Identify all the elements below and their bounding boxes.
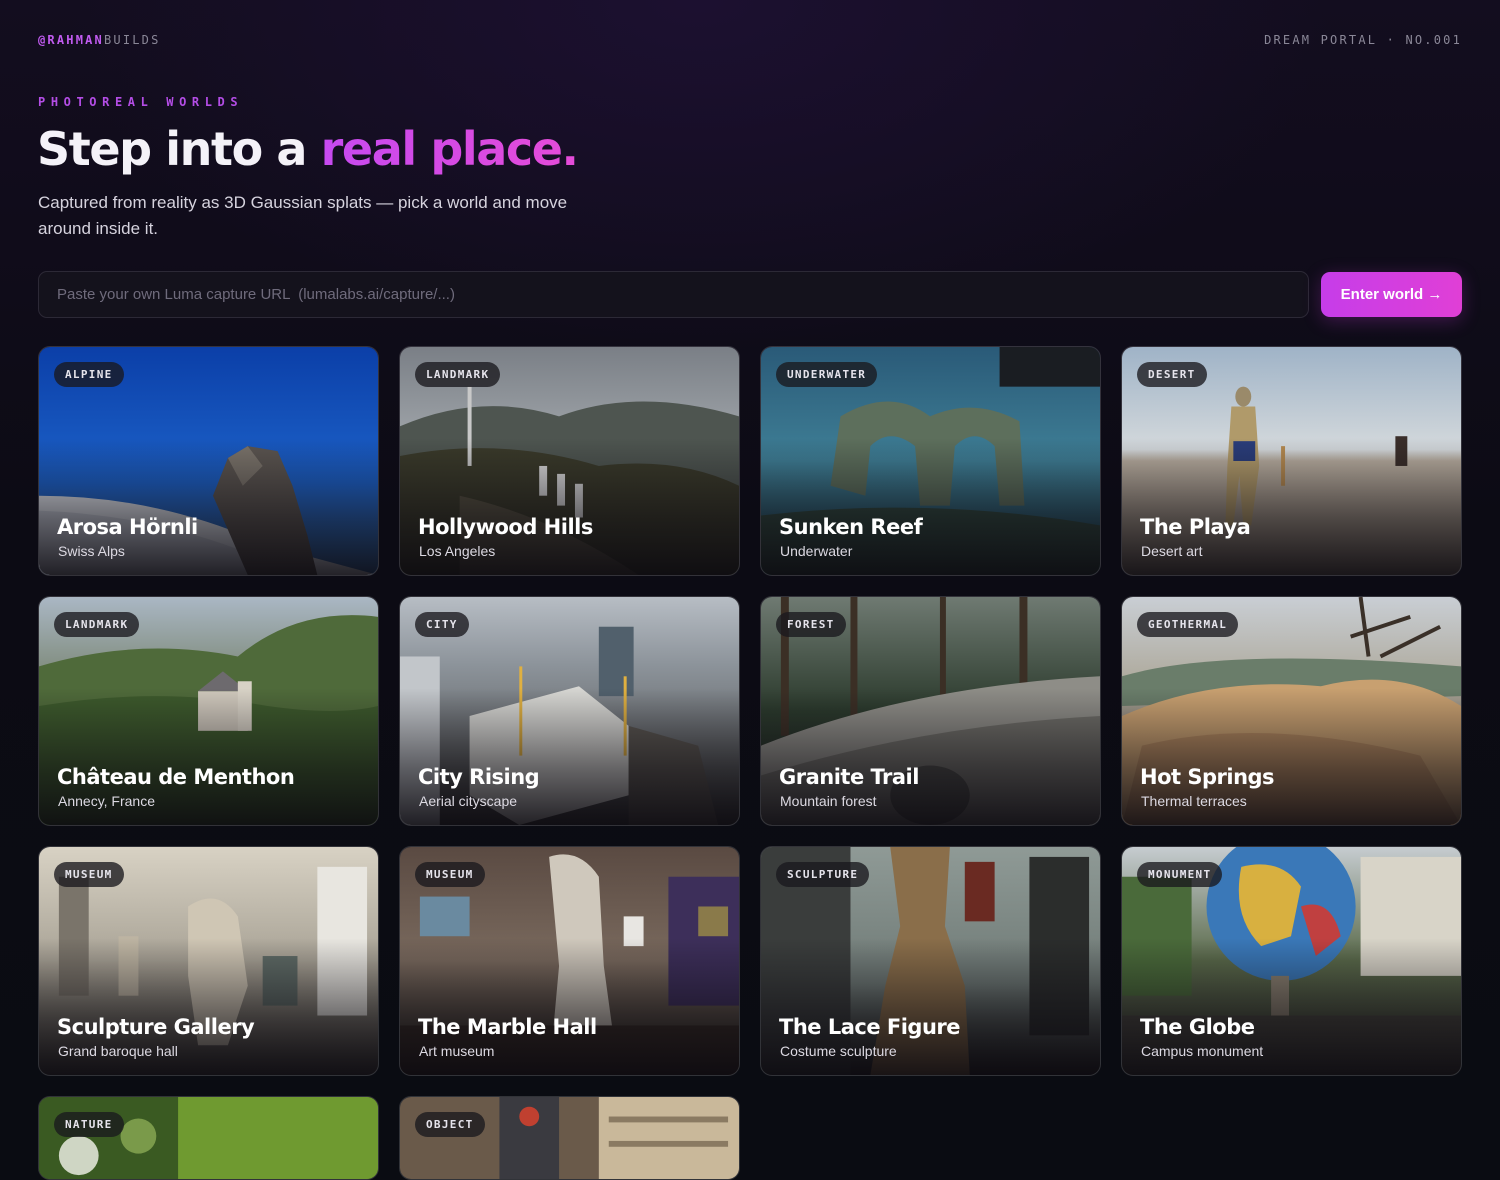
capture-url-input[interactable]	[57, 272, 1308, 317]
world-subtitle: Aerial cityscape	[419, 793, 518, 809]
world-tag: MUSEUM	[54, 862, 124, 887]
handle-rest: BUILDS	[103, 33, 161, 47]
creator-handle[interactable]: @RAHMANBUILDS	[38, 33, 161, 47]
world-subtitle: Annecy, France	[58, 793, 156, 809]
world-card-sunken-reef[interactable]: UNDERWATER Sunken Reef Underwater	[760, 346, 1101, 576]
world-card-city-rising[interactable]: CITY City Rising Aerial cityscape	[399, 596, 740, 826]
world-tag: MUSEUM	[415, 862, 485, 887]
world-tag: GEOTHERMAL	[1137, 612, 1239, 637]
world-card-granite-trail[interactable]: FOREST Granite Trail Mountain forest	[760, 596, 1101, 826]
world-title: The Playa	[1140, 515, 1251, 539]
world-subtitle: Los Angeles	[419, 543, 496, 559]
world-subtitle: Campus monument	[1141, 1043, 1264, 1059]
object-scene-image	[400, 1097, 739, 1179]
world-tag: LANDMARK	[415, 362, 501, 387]
world-tag: CITY	[415, 612, 469, 637]
world-card-sculpture-gallery[interactable]: MUSEUM Sculpture Gallery Grand baroque h…	[38, 846, 379, 1076]
world-title: The Marble Hall	[418, 1015, 597, 1039]
world-title: Hot Springs	[1140, 765, 1275, 789]
world-title: Arosa Hörnli	[57, 515, 198, 539]
world-title: City Rising	[418, 765, 540, 789]
world-subtitle: Mountain forest	[780, 793, 877, 809]
headline-highlight: real place.	[320, 122, 579, 176]
world-tag: NATURE	[54, 1112, 124, 1137]
top-bar: @RAHMANBUILDS DREAM PORTAL · NO.001	[38, 30, 1462, 50]
world-grid: ALPINE Arosa Hörnli Swiss Alps LANDMARK …	[38, 346, 1462, 1180]
world-tag: SCULPTURE	[776, 862, 870, 887]
world-card-hot-springs[interactable]: GEOTHERMAL Hot Springs Thermal terraces	[1121, 596, 1462, 826]
world-title: Château de Menthon	[57, 765, 295, 789]
nature-scene-image	[39, 1097, 378, 1179]
page-title: Step into a real place.	[37, 122, 579, 176]
world-subtitle: Grand baroque hall	[58, 1043, 178, 1059]
world-title: The Globe	[1140, 1015, 1255, 1039]
world-card-nature[interactable]: NATURE	[38, 1096, 379, 1180]
enter-world-button[interactable]: Enter world →	[1321, 272, 1462, 317]
portal-label: DREAM PORTAL · NO.001	[1264, 33, 1462, 47]
world-title: The Lace Figure	[779, 1015, 961, 1039]
world-tag: MONUMENT	[1137, 862, 1223, 887]
world-card-the-marble-hall[interactable]: MUSEUM The Marble Hall Art museum	[399, 846, 740, 1076]
world-title: Granite Trail	[779, 765, 919, 789]
world-card-the-lace-figure[interactable]: SCULPTURE The Lace Figure Costume sculpt…	[760, 846, 1101, 1076]
page-subtitle: Captured from reality as 3D Gaussian spl…	[38, 193, 568, 238]
world-card-chateau-de-menthon[interactable]: LANDMARK Château de Menthon Annecy, Fran…	[38, 596, 379, 826]
capture-url-field[interactable]	[38, 271, 1309, 318]
world-subtitle: Desert art	[1141, 543, 1203, 559]
world-card-arosa[interactable]: ALPINE Arosa Hörnli Swiss Alps	[38, 346, 379, 576]
world-subtitle: Swiss Alps	[58, 543, 125, 559]
world-tag: FOREST	[776, 612, 846, 637]
eyebrow: PHOTOREAL WORLDS	[38, 95, 244, 109]
handle-accent: @RAHMAN	[38, 33, 104, 47]
world-title: Sculpture Gallery	[57, 1015, 255, 1039]
world-tag: UNDERWATER	[776, 362, 878, 387]
world-tag: ALPINE	[54, 362, 124, 387]
world-card-the-globe[interactable]: MONUMENT The Globe Campus monument	[1121, 846, 1462, 1076]
world-subtitle: Costume sculpture	[780, 1043, 897, 1059]
world-card-object[interactable]: OBJECT	[399, 1096, 740, 1180]
world-tag: OBJECT	[415, 1112, 485, 1137]
world-title: Sunken Reef	[779, 515, 923, 539]
world-title: Hollywood Hills	[418, 515, 593, 539]
world-subtitle: Art museum	[419, 1043, 495, 1059]
world-subtitle: Thermal terraces	[1141, 793, 1247, 809]
world-card-hollywood[interactable]: LANDMARK Hollywood Hills Los Angeles	[399, 346, 740, 576]
world-tag: LANDMARK	[54, 612, 140, 637]
world-tag: DESERT	[1137, 362, 1207, 387]
world-card-the-playa[interactable]: DESERT The Playa Desert art	[1121, 346, 1462, 576]
world-subtitle: Underwater	[780, 543, 853, 559]
headline-plain: Step into a	[37, 122, 321, 176]
